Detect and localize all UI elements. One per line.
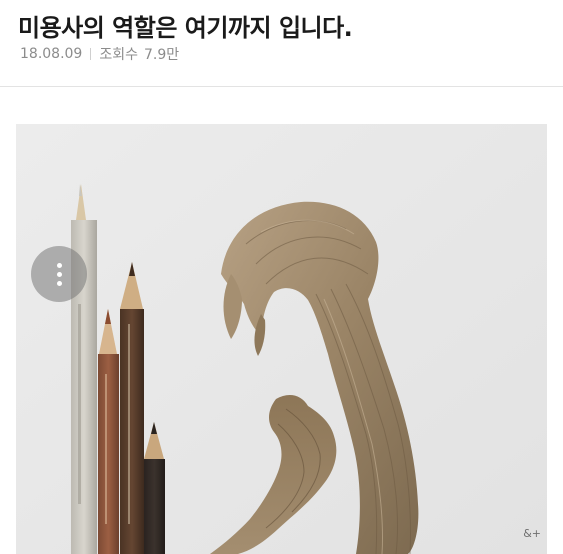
views-count: 7.9만 bbox=[143, 47, 180, 63]
post-page: 미용사의 역할은 여기까지 입니다. 18.08.09 조회수 7.9만 &+ bbox=[0, 0, 563, 554]
more-options-button[interactable] bbox=[31, 246, 87, 302]
post-meta: 18.08.09 조회수 7.9만 bbox=[20, 44, 179, 64]
more-vertical-icon bbox=[56, 262, 62, 286]
header-divider bbox=[0, 86, 563, 87]
image-watermark: &+ bbox=[523, 527, 541, 540]
meta-divider bbox=[90, 48, 92, 60]
hair-drawing-illustration bbox=[16, 124, 547, 554]
pencil-white bbox=[71, 184, 97, 554]
post-title: 미용사의 역할은 여기까지 입니다. bbox=[18, 14, 353, 42]
pencil-brown bbox=[120, 262, 144, 554]
post-date: 18.08.09 bbox=[20, 46, 83, 62]
post-image: &+ bbox=[16, 124, 547, 554]
post-header: 미용사의 역할은 여기까지 입니다. 18.08.09 조회수 7.9만 bbox=[0, 0, 563, 86]
views-label: 조회수 bbox=[99, 47, 138, 63]
